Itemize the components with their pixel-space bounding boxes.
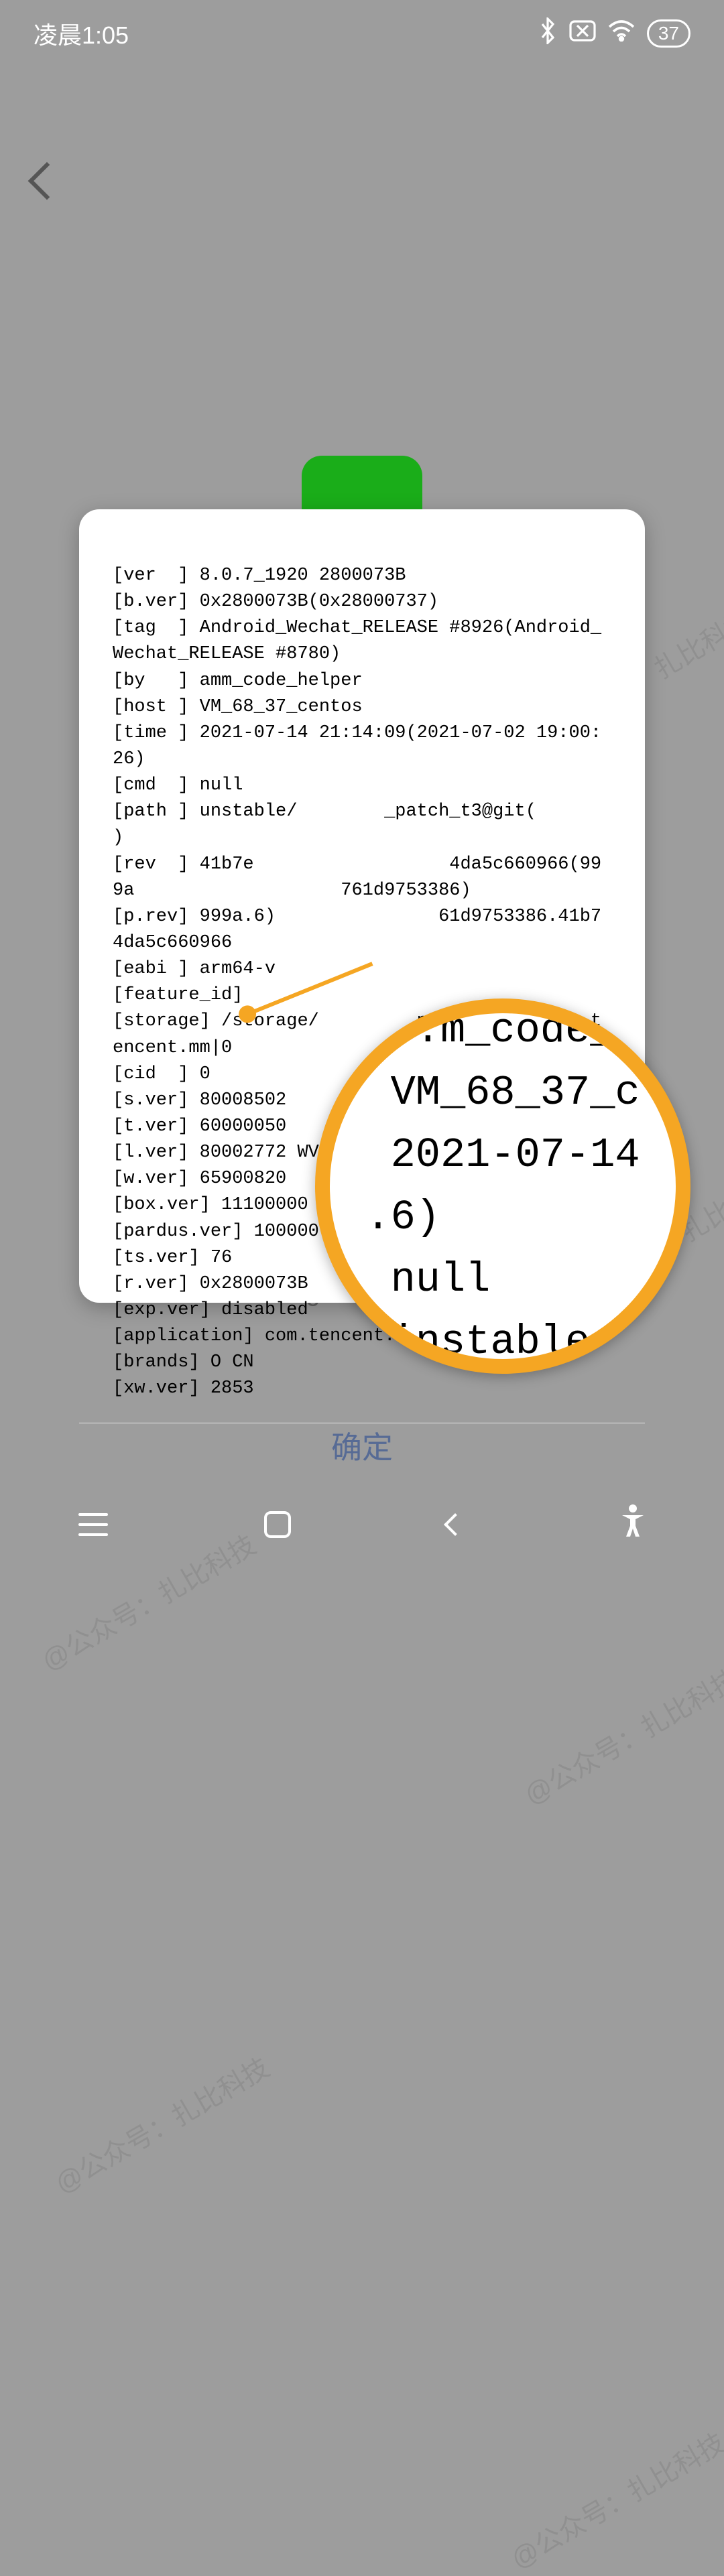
accessibility-button[interactable] (619, 1504, 646, 1545)
ok-button[interactable]: 确定 (331, 1423, 393, 1468)
magnifier-text: .m_code_ VM_68_37_c 2021-07-14 .6) null … (365, 999, 640, 1373)
back-button[interactable] (34, 168, 60, 194)
android-nav-bar (0, 1481, 724, 1568)
battery-indicator: 37 (647, 19, 690, 48)
wifi-icon (608, 19, 635, 48)
watermark: @公众号：扎比科技 (503, 2422, 724, 2576)
notification-icon (569, 19, 596, 48)
recent-apps-button[interactable] (78, 1513, 108, 1536)
magnifier-lens: .m_code_ VM_68_37_c 2021-07-14 .6) null … (315, 999, 690, 1374)
nav-back-button[interactable] (444, 1513, 467, 1536)
chevron-left-icon (28, 162, 66, 200)
dialog-footer: 确定 (79, 1423, 645, 1468)
status-bar: 凌晨1:05 37 (0, 0, 724, 67)
watermark: @公众号：扎比科技 (516, 1658, 724, 1813)
home-button[interactable] (264, 1511, 291, 1538)
status-right: 37 (538, 17, 690, 50)
bluetooth-icon (538, 17, 557, 50)
watermark: @公众号：扎比科技 (47, 2047, 276, 2201)
status-time: 凌晨1:05 (34, 16, 129, 51)
